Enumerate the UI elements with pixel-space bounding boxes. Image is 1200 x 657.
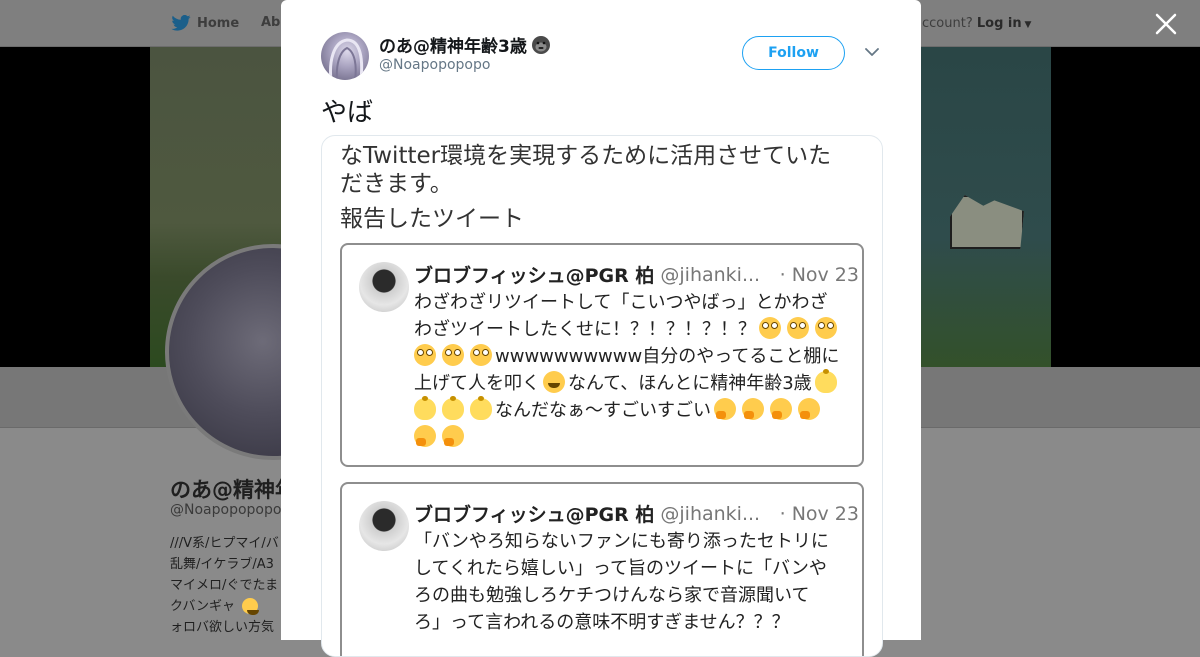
flushed-emoji-icon [787,317,809,339]
bio-line: 乱舞/イケラブ/A3 [170,557,274,572]
login-area: ccount? Log in ▼ [922,16,1031,31]
flushed-emoji-icon [442,344,464,366]
caret-down-icon: ▼ [1021,20,1032,30]
card-line: わざツイートしたくせに！？！？！？！？ [414,316,859,343]
login-prompt: ccount? [922,16,973,31]
baby-emoji-icon [470,396,492,420]
login-link[interactable]: Log in [977,16,1022,31]
thinking-emoji-icon [742,398,764,420]
profile-name: のあ@精神年 [170,478,296,502]
grinning-sweat-emoji-icon [543,371,565,393]
tweet-author-avatar[interactable] [321,32,369,80]
reported-tweet-card: ブロブフィッシュ@PGR 柏 @jihanki... · Nov 23 わざわざ… [340,243,864,467]
card-line: なんだなぁ〜すごいすごい [414,396,859,424]
flushed-emoji-icon [414,344,436,366]
close-icon[interactable] [1152,10,1180,38]
card-line: してくれたら嬉しい」って旨のツイートに「バンや [414,558,827,579]
nav-home[interactable]: Home [171,15,239,31]
tweet-author-name[interactable]: のあ@精神年齢3歳 [379,32,551,57]
banner-right-margin [1051,47,1200,367]
bio-line: ォロバ欲しい方気 [170,620,275,635]
thinking-emoji-icon [442,425,464,447]
card-header: ブロブフィッシュ@PGR 柏 @jihanki... · Nov 23 [414,261,859,288]
bio-line: マイメロ/ぐでたま [170,578,279,593]
chevron-down-icon[interactable] [865,47,879,57]
thinking-emoji-icon [714,398,736,420]
media-text-line: 報告したツイート [340,206,524,232]
smile-halo-emoji-icon [242,598,260,615]
thinking-emoji-icon [798,398,820,420]
profile-bio: ///V系/ヒプマイ/バ 乱舞/イケラブ/A3 マイメロ/ぐでたま クバンギャ … [170,533,279,638]
card-line: wwwwwwwwww自分のやってること棚に [414,343,859,370]
tweet-media-image[interactable]: なTwitter環境を実現するために活用させていた だきます。 報告したツイート… [321,135,883,657]
card-author-handle: @jihanki... [660,502,761,525]
card-date: · Nov 23 [779,263,859,286]
thinking-emoji-icon [770,398,792,420]
card-line-text: なんだなぁ〜すごいすごい [495,400,711,421]
card-line-text: wwwwwwwwww自分のやってること棚に [495,346,840,367]
card-author-name: ブロブフィッシュ@PGR 柏 [414,265,655,287]
tweet-text: やば [321,98,374,128]
card-header: ブロブフィッシュ@PGR 柏 @jihanki... · Nov 23 [414,500,859,527]
flushed-emoji-icon [470,344,492,366]
baby-emoji-icon [814,369,837,393]
reported-tweet-card: ブロブフィッシュ@PGR 柏 @jihanki... · Nov 23 「バンや… [340,482,864,656]
card-body: わざわざリツイートして「こいつやばっ」とかわざ わざツイートしたくせに！？！？！… [414,289,859,451]
gorilla-emoji-icon [531,35,550,54]
tweet-modal: のあ@精神年齢3歳 @Noapopopopo Follow やば なTwitte… [281,0,921,657]
follow-button[interactable]: Follow [742,36,845,70]
banner-left-margin [0,47,150,367]
baby-emoji-icon [442,396,464,420]
card-line: 上げて人を叩く なんて、ほんとに精神年齢3歳 [414,369,859,397]
card-body: 「バンやろ知らないファンにも寄り添ったセトリに してくれたら嬉しい」って旨のツイ… [414,528,859,636]
card-line-text: なんて、ほんとに精神年齢3歳 [568,373,812,394]
bio-line-text: クバンギャ [170,599,236,614]
flushed-emoji-icon [759,317,781,339]
thinking-emoji-icon [414,425,436,447]
media-text-line: だきます。 [340,171,453,197]
author-name-text: のあ@精神年齢3歳 [379,37,527,57]
card-avatar [359,262,409,312]
card-line: 「バンやろ知らないファンにも寄り添ったセトリに [414,531,829,552]
card-avatar [359,501,409,551]
avatar-hair-icon [329,38,364,80]
card-line: わざわざリツイートして「こいつやばっ」とかわざ [414,292,828,313]
baby-emoji-icon [414,396,436,420]
bio-line: ///V系/ヒプマイ/バ [170,536,279,551]
nav-home-label: Home [197,15,240,31]
card-line: ろの曲も勉強しろケチつけんなら家で音源聞いて [414,585,810,606]
card-line: ろ」って言われるの意味不明すぎません？？？ [414,612,790,633]
card-date: · Nov 23 [779,502,859,525]
card-line-text: 上げて人を叩く [414,373,540,394]
tweet-author-handle[interactable]: @Noapopopopo [379,57,490,73]
profile-handle: @Noapopopopo [170,502,282,518]
card-author-name: ブロブフィッシュ@PGR 柏 [414,504,655,526]
flushed-emoji-icon [815,317,837,339]
card-line-text: わざツイートしたくせに！？！？！？！？ [414,319,756,340]
bio-line: クバンギャ [170,596,279,617]
twitter-bird-icon [171,15,191,31]
card-line [414,424,859,451]
card-author-handle: @jihanki... [660,263,761,286]
